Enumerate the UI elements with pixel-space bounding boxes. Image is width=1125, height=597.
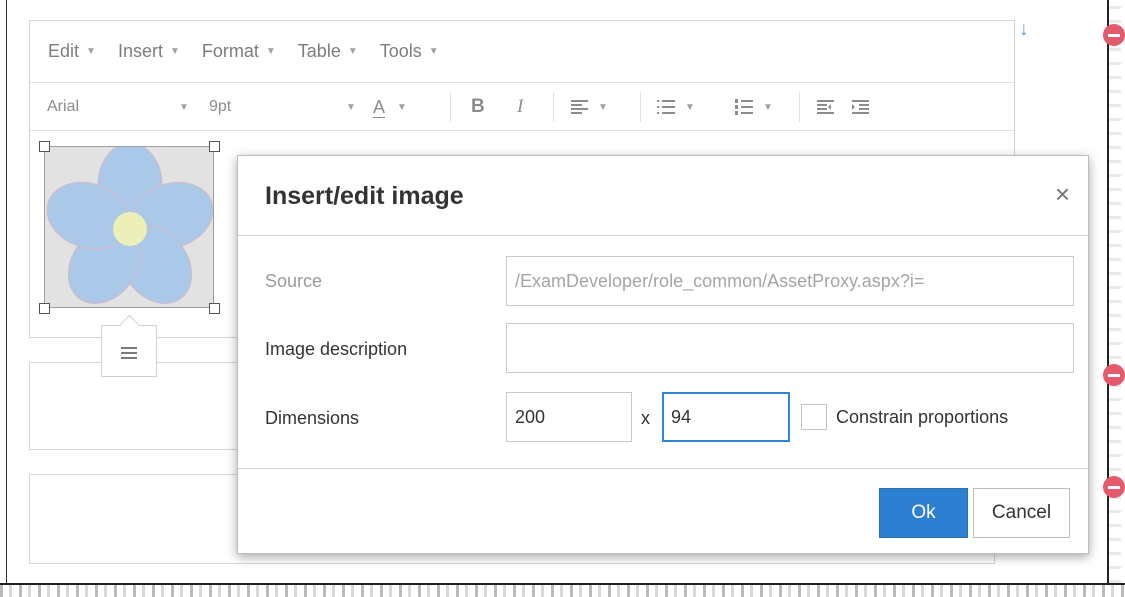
editor-menubar: Edit ▼ Insert ▼ Format ▼ Table ▼ Tools ▼ [30, 21, 1014, 83]
arrow-down-icon[interactable]: ↓ [1019, 20, 1029, 40]
image-context-toolbar [101, 325, 157, 377]
dimensions-label: Dimensions [265, 408, 360, 428]
height-field[interactable] [662, 392, 790, 442]
toolbar-divider [450, 92, 451, 122]
selected-image[interactable] [44, 142, 214, 308]
italic-button[interactable]: I [517, 83, 523, 131]
source-field[interactable] [506, 256, 1074, 306]
caret-down-icon: ▼ [86, 46, 96, 57]
menu-label: Format [201, 41, 259, 61]
outdent-button[interactable] [817, 83, 834, 131]
image-description-field[interactable] [506, 323, 1074, 373]
caret-down-icon: ▼ [598, 101, 608, 113]
insert-image-dialog: Insert/edit image × Source Image descrip… [237, 155, 1089, 554]
font-family-select[interactable]: Arial ▼ [47, 83, 189, 131]
caret-down-icon: ▼ [397, 101, 407, 113]
editor-toolbar: Arial ▼ 9pt ▼ A ▼ B I ▼ ▼ ▼ [30, 83, 1014, 131]
constrain-proportions-checkbox[interactable] [801, 404, 827, 430]
align-left-icon [571, 100, 588, 114]
indent-icon [852, 100, 869, 114]
dialog-footer: Ok Cancel [238, 468, 1088, 553]
resize-handle-bottom-right[interactable] [209, 303, 220, 314]
caret-down-icon: ▼ [763, 101, 773, 113]
resize-handle-top-right[interactable] [209, 141, 220, 152]
menu-edit[interactable]: Edit ▼ [48, 41, 96, 62]
toolbar-divider [553, 92, 554, 122]
image-align-icon[interactable] [121, 347, 137, 362]
description-label: Image description [265, 339, 408, 359]
caret-down-icon: ▼ [428, 46, 439, 57]
resize-handle-bottom-left[interactable] [39, 303, 50, 314]
menu-label: Insert [117, 41, 163, 61]
menu-table[interactable]: Table ▼ [298, 41, 358, 62]
text-color-button[interactable]: A ▼ [373, 83, 423, 131]
bold-button[interactable]: B [471, 83, 485, 131]
minus-circle-icon[interactable] [1103, 24, 1125, 46]
minus-circle-icon[interactable] [1103, 364, 1125, 386]
caret-down-icon: ▼ [179, 101, 189, 113]
flower-image [46, 142, 214, 304]
caret-down-icon: ▼ [347, 46, 358, 57]
caret-down-icon: ▼ [265, 46, 276, 57]
menu-insert[interactable]: Insert ▼ [118, 41, 180, 62]
text-color-glyph: A [373, 96, 386, 117]
dialog-title: Insert/edit image [265, 182, 464, 210]
torn-edge-right [1107, 0, 1121, 590]
width-field[interactable] [506, 392, 632, 442]
cancel-button[interactable]: Cancel [973, 488, 1070, 538]
toolbar-divider [799, 92, 800, 122]
bold-glyph: B [471, 96, 485, 117]
menu-tools[interactable]: Tools ▼ [380, 41, 439, 62]
numbered-list-icon [735, 99, 753, 115]
bullet-list-icon [657, 100, 675, 114]
menu-label: Table [297, 41, 341, 61]
menu-format[interactable]: Format ▼ [202, 41, 276, 62]
dialog-header: Insert/edit image × [238, 156, 1088, 236]
outdent-icon [817, 100, 834, 114]
caret-down-icon: ▼ [346, 101, 356, 113]
indent-button[interactable] [852, 83, 869, 131]
caret-down-icon: ▼ [685, 101, 695, 113]
constrain-proportions-label: Constrain proportions [836, 407, 1009, 427]
bullet-list-button[interactable]: ▼ [657, 83, 695, 131]
minus-circle-icon[interactable] [1103, 476, 1125, 498]
font-family-value: Arial [47, 98, 80, 115]
align-button[interactable]: ▼ [571, 83, 608, 131]
close-icon[interactable]: × [1055, 180, 1070, 208]
font-size-value: 9pt [209, 98, 232, 115]
ok-button[interactable]: Ok [879, 488, 968, 538]
numbered-list-button[interactable]: ▼ [735, 83, 773, 131]
menu-label: Tools [379, 41, 422, 61]
italic-glyph: I [517, 96, 524, 117]
source-label: Source [265, 271, 323, 291]
dimension-separator: x [641, 408, 650, 428]
toolbar-divider [640, 92, 641, 122]
caret-down-icon: ▼ [169, 46, 180, 57]
resize-handle-top-left[interactable] [39, 141, 50, 152]
menu-label: Edit [48, 41, 80, 61]
font-size-select[interactable]: 9pt ▼ [209, 83, 356, 131]
